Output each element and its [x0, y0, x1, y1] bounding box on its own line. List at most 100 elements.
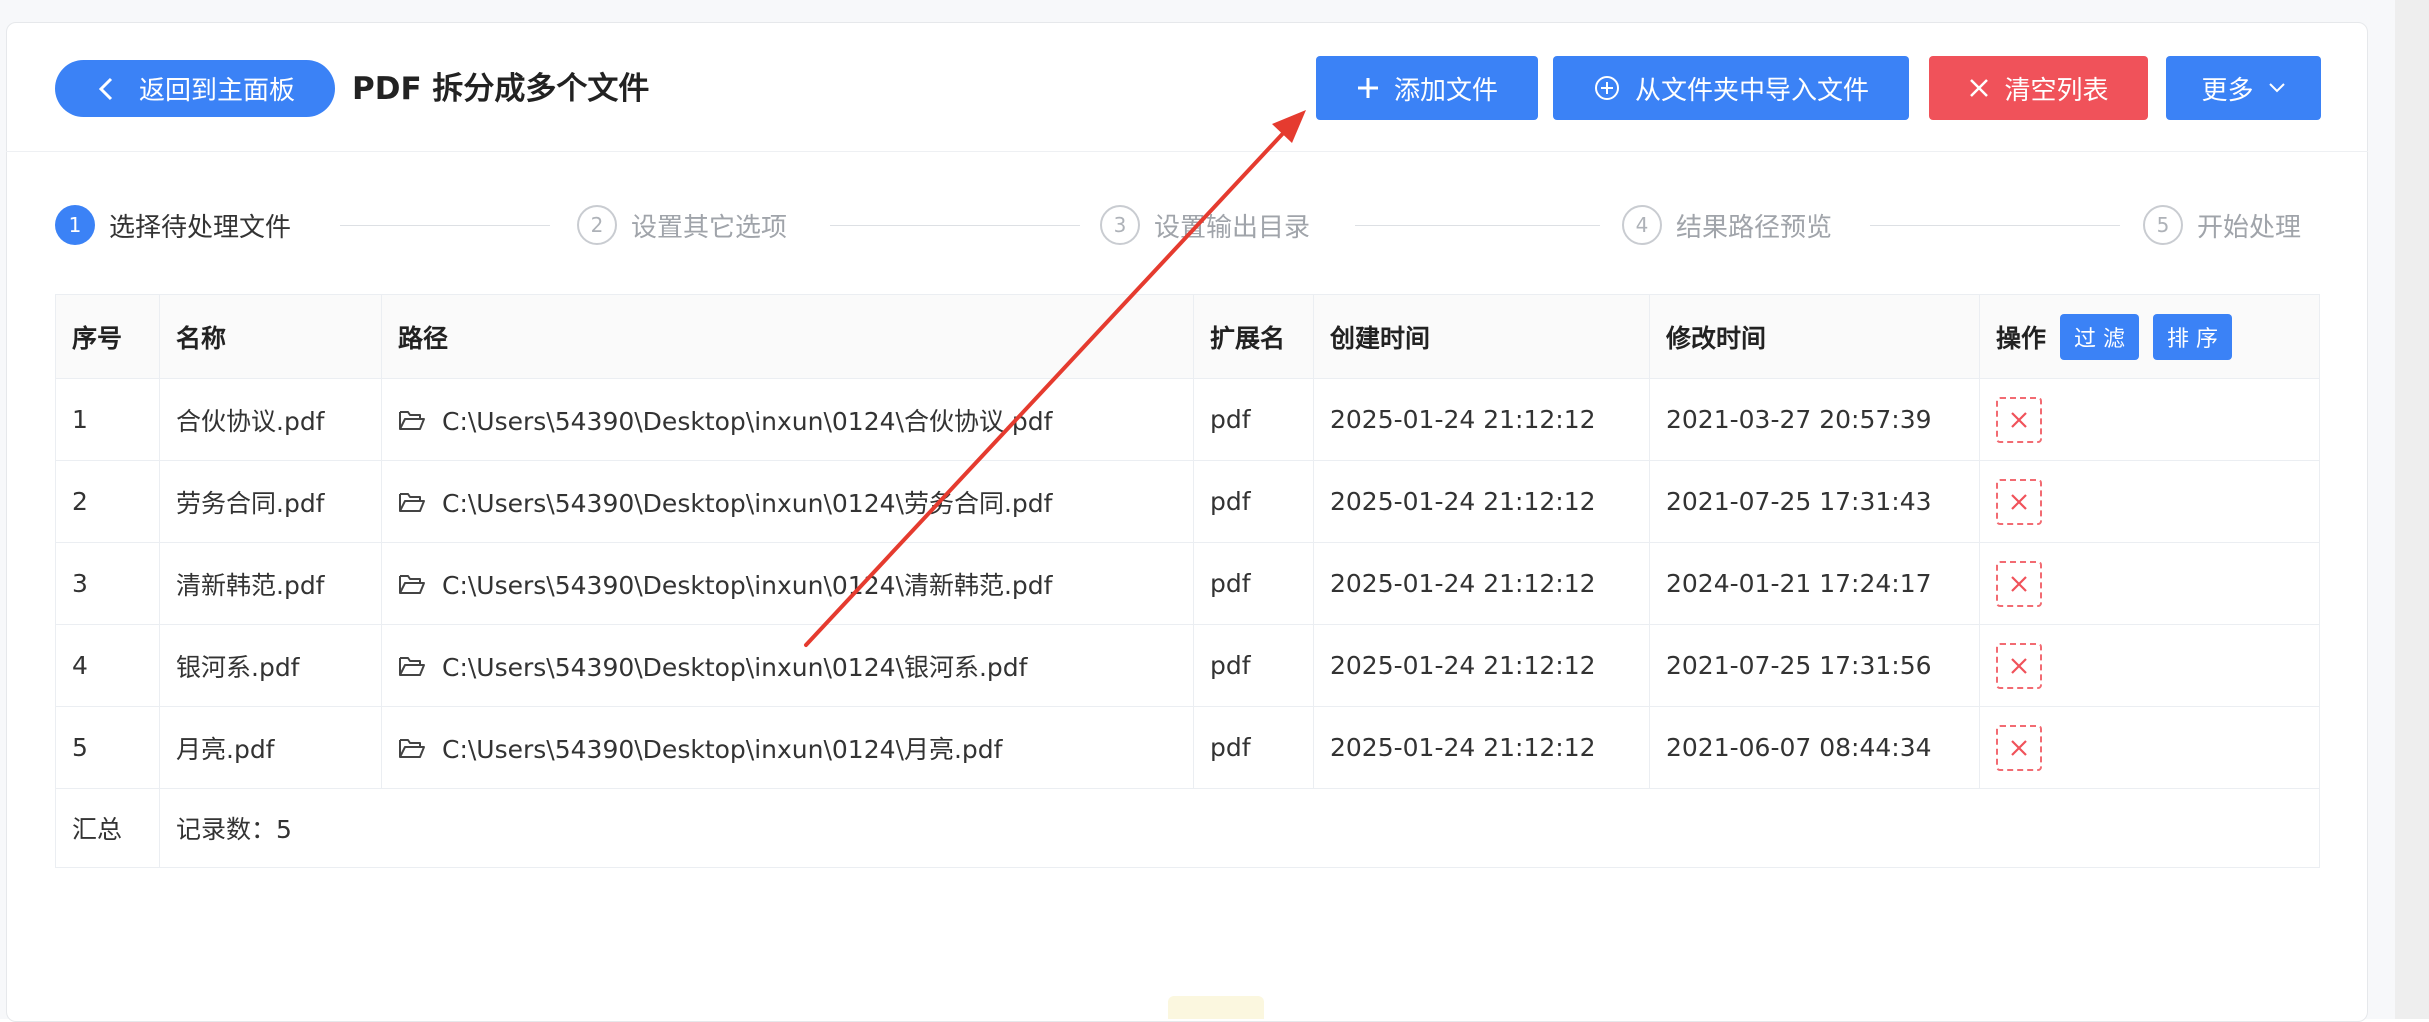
step-divider: [830, 225, 1080, 226]
step-2[interactable]: 2 设置其它选项: [577, 205, 787, 245]
col-header-actions: 操作 过 滤 排 序: [1980, 295, 2319, 378]
delete-row-button[interactable]: [1996, 724, 2042, 771]
window-scrollbar-area: [2395, 0, 2429, 1019]
row-created: 2025-01-24 21:12:12: [1314, 461, 1650, 542]
row-actions: [1980, 625, 2319, 706]
table-row: 4 银河系.pdf C:\Users\54390\Desktop\inxun\0…: [56, 625, 2319, 707]
row-path: C:\Users\54390\Desktop\inxun\0124\银河系.pd…: [442, 652, 1028, 682]
row-actions: [1980, 379, 2319, 460]
step-number: 1: [55, 205, 95, 245]
delete-row-button[interactable]: [1996, 396, 2042, 443]
chevron-down-icon: [2268, 82, 2286, 94]
col-header-path[interactable]: 路径: [382, 295, 1194, 378]
row-path: C:\Users\54390\Desktop\inxun\0124\月亮.pdf: [442, 734, 1003, 764]
page-title: PDF 拆分成多个文件: [352, 71, 650, 107]
row-modified: 2021-06-07 08:44:34: [1650, 707, 1980, 788]
folder-open-icon[interactable]: [398, 572, 426, 596]
row-name: 月亮.pdf: [160, 707, 382, 788]
delete-x-icon: [2011, 411, 2027, 428]
row-created: 2025-01-24 21:12:12: [1314, 543, 1650, 624]
delete-x-icon: [2011, 493, 2027, 510]
step-1[interactable]: 1 选择待处理文件: [55, 205, 291, 245]
step-label: 选择待处理文件: [109, 212, 292, 243]
table-row: 3 清新韩范.pdf C:\Users\54390\Desktop\inxun\…: [56, 543, 2319, 625]
row-path-cell: C:\Users\54390\Desktop\inxun\0124\银河系.pd…: [382, 625, 1194, 706]
sort-button[interactable]: 排 序: [2153, 313, 2233, 360]
folder-open-icon[interactable]: [398, 490, 426, 514]
filter-button[interactable]: 过 滤: [2060, 313, 2140, 360]
step-number: 2: [577, 205, 617, 245]
step-label: 设置输出目录: [1154, 212, 1311, 243]
delete-row-button[interactable]: [1996, 642, 2042, 689]
folder-open-icon[interactable]: [398, 654, 426, 678]
row-path-cell: C:\Users\54390\Desktop\inxun\0124\月亮.pdf: [382, 707, 1194, 788]
table-row: 2 劳务合同.pdf C:\Users\54390\Desktop\inxun\…: [56, 461, 2319, 543]
chevron-left-icon: [91, 76, 121, 102]
add-file-button[interactable]: 添加文件: [1316, 56, 1538, 120]
col-header-index: 序号: [56, 295, 160, 378]
row-name: 清新韩范.pdf: [160, 543, 382, 624]
table-header: 序号 名称 路径 扩展名 创建时间 修改时间 操作 过 滤 排 序: [56, 295, 2319, 379]
circle-plus-icon: [1593, 74, 1621, 102]
delete-row-button[interactable]: [1996, 478, 2042, 525]
row-actions: [1980, 707, 2319, 788]
col-header-ext[interactable]: 扩展名: [1194, 295, 1314, 378]
bottom-hint-tab: [1168, 996, 1264, 1019]
row-ext: pdf: [1194, 707, 1314, 788]
row-actions: [1980, 461, 2319, 542]
step-number: 3: [1100, 205, 1140, 245]
import-folder-label: 从文件夹中导入文件: [1634, 75, 1869, 106]
row-modified: 2021-07-25 17:31:56: [1650, 625, 1980, 706]
col-header-modified[interactable]: 修改时间: [1650, 295, 1980, 378]
row-path: C:\Users\54390\Desktop\inxun\0124\合伙协议.p…: [442, 406, 1053, 436]
row-name: 劳务合同.pdf: [160, 461, 382, 542]
row-path-cell: C:\Users\54390\Desktop\inxun\0124\清新韩范.p…: [382, 543, 1194, 624]
summary-value: 记录数：5: [176, 815, 292, 844]
step-3[interactable]: 3 设置输出目录: [1100, 205, 1310, 245]
row-index: 3: [56, 543, 160, 624]
row-actions: [1980, 543, 2319, 624]
row-name: 银河系.pdf: [160, 625, 382, 706]
more-menu-button[interactable]: 更多: [2166, 56, 2321, 120]
step-divider: [340, 225, 550, 226]
import-folder-button[interactable]: 从文件夹中导入文件: [1553, 56, 1909, 120]
back-button-label: 返回到主面板: [139, 76, 296, 106]
row-path: C:\Users\54390\Desktop\inxun\0124\清新韩范.p…: [442, 570, 1053, 600]
row-ext: pdf: [1194, 625, 1314, 706]
step-4[interactable]: 4 结果路径预览: [1622, 205, 1832, 245]
row-index: 5: [56, 707, 160, 788]
folder-open-icon[interactable]: [398, 408, 426, 432]
summary-label: 汇总: [56, 789, 160, 867]
clear-list-button[interactable]: 清空列表: [1929, 56, 2148, 120]
step-5[interactable]: 5 开始处理: [2143, 205, 2301, 245]
delete-x-icon: [2011, 575, 2027, 592]
back-to-main-button[interactable]: 返回到主面板: [55, 60, 335, 117]
table-row: 1 合伙协议.pdf C:\Users\54390\Desktop\inxun\…: [56, 379, 2319, 461]
col-header-created[interactable]: 创建时间: [1314, 295, 1650, 378]
delete-x-icon: [2011, 739, 2027, 756]
col-header-name[interactable]: 名称: [160, 295, 382, 378]
row-ext: pdf: [1194, 379, 1314, 460]
plus-icon: [1356, 76, 1380, 100]
step-label: 结果路径预览: [1676, 212, 1833, 243]
row-created: 2025-01-24 21:12:12: [1314, 379, 1650, 460]
delete-x-icon: [2011, 657, 2027, 674]
folder-open-icon[interactable]: [398, 736, 426, 760]
file-table: 序号 名称 路径 扩展名 创建时间 修改时间 操作 过 滤 排 序 1 合伙协议…: [55, 294, 2320, 868]
more-label: 更多: [2201, 75, 2254, 106]
row-path: C:\Users\54390\Desktop\inxun\0124\劳务合同.p…: [442, 488, 1053, 518]
row-modified: 2021-07-25 17:31:43: [1650, 461, 1980, 542]
row-index: 1: [56, 379, 160, 460]
step-divider: [1355, 225, 1600, 226]
step-label: 开始处理: [2197, 212, 2302, 243]
step-number: 5: [2143, 205, 2183, 245]
clear-list-label: 清空列表: [2004, 75, 2109, 106]
step-label: 设置其它选项: [631, 212, 788, 243]
delete-row-button[interactable]: [1996, 560, 2042, 607]
row-index: 4: [56, 625, 160, 706]
row-path-cell: C:\Users\54390\Desktop\inxun\0124\合伙协议.p…: [382, 379, 1194, 460]
progress-steps: 1 选择待处理文件 2 设置其它选项 3 设置输出目录 4 结果路径预览 5 开…: [0, 195, 2429, 255]
row-modified: 2021-03-27 20:57:39: [1650, 379, 1980, 460]
row-created: 2025-01-24 21:12:12: [1314, 625, 1650, 706]
step-number: 4: [1622, 205, 1662, 245]
